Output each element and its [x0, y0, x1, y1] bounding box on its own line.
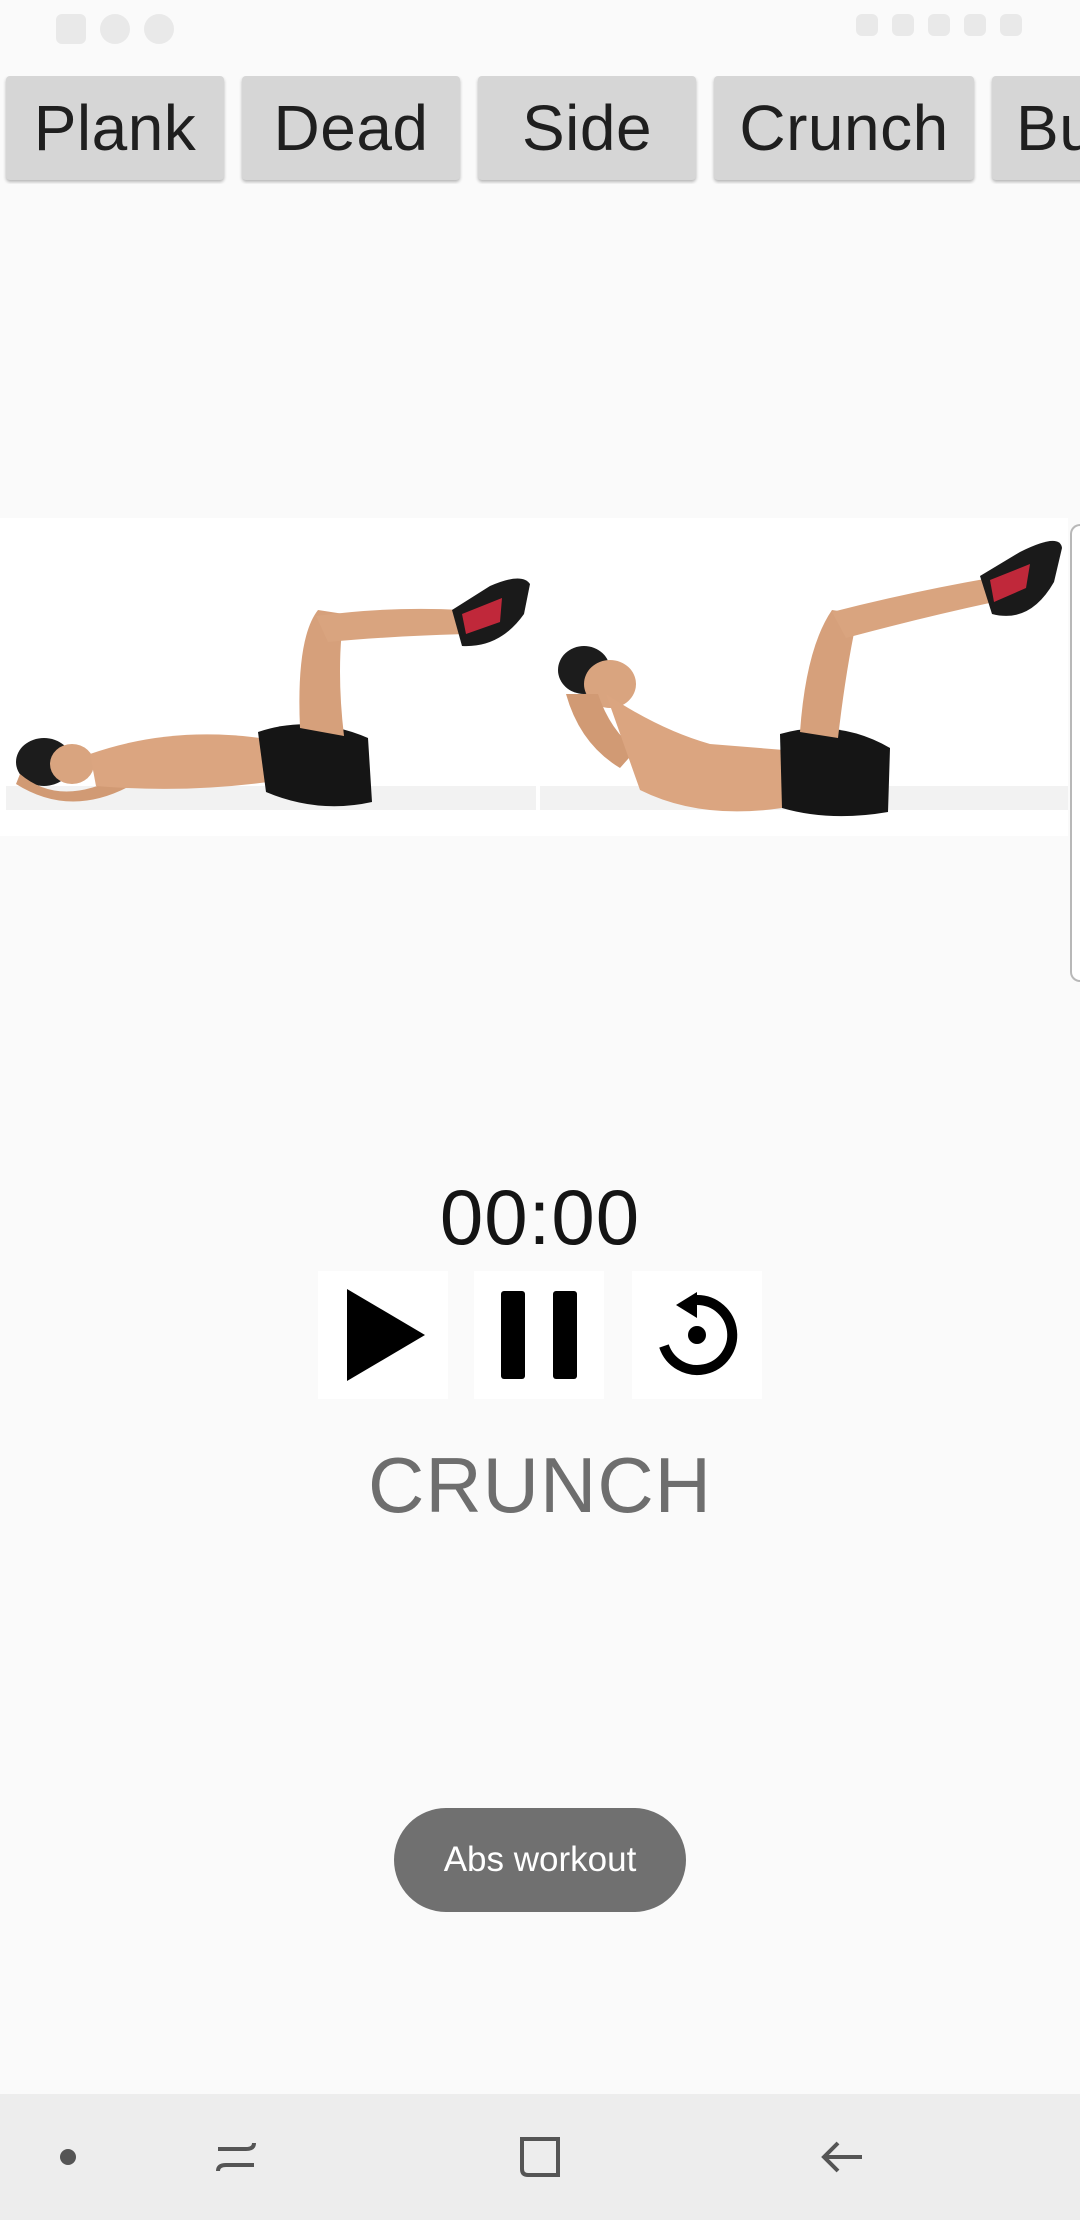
signal-icon — [928, 14, 950, 36]
battery-icon — [1000, 14, 1022, 36]
home-icon — [520, 2137, 560, 2177]
status-left-icons — [56, 14, 174, 44]
mute-icon — [856, 14, 878, 36]
system-nav-bar — [0, 2094, 1080, 2220]
dot-icon — [60, 2149, 76, 2165]
side-panel-handle[interactable] — [1070, 524, 1080, 982]
exercise-tab-strip[interactable]: Plank Dead Side Crunch Bu — [0, 76, 1080, 184]
cloud-icon — [144, 14, 174, 44]
toast-text: Abs workout — [443, 1840, 637, 1879]
back-icon — [821, 2141, 862, 2173]
status-bar — [0, 0, 1080, 62]
tab-crunch[interactable]: Crunch — [714, 76, 974, 180]
recent-apps-button[interactable] — [176, 2094, 296, 2220]
play-icon — [347, 1289, 425, 1381]
reset-button[interactable] — [632, 1271, 762, 1399]
status-right-icons — [856, 14, 1022, 36]
sim-icon — [892, 14, 914, 36]
crunch-illustration — [0, 518, 1068, 836]
pause-icon — [501, 1291, 577, 1379]
home-button[interactable] — [480, 2094, 600, 2220]
play-button[interactable] — [318, 1271, 448, 1399]
reset-icon — [659, 1292, 738, 1375]
gallery-icon — [56, 14, 86, 44]
recent-apps-icon — [216, 2142, 256, 2172]
sync-icon — [100, 14, 130, 44]
tab-bu[interactable]: Bu — [992, 76, 1080, 180]
wifi-icon — [964, 14, 986, 36]
tab-dead[interactable]: Dead — [242, 76, 460, 180]
toast-message: Abs workout — [394, 1808, 686, 1912]
back-button[interactable] — [782, 2094, 902, 2220]
timer-display: 00:00 — [439, 1173, 641, 1261]
playback-controls — [318, 1271, 762, 1399]
tab-plank[interactable]: Plank — [6, 76, 224, 180]
nav-dot-button[interactable] — [8, 2094, 128, 2220]
pause-button[interactable] — [474, 1271, 604, 1399]
tab-side[interactable]: Side — [478, 76, 696, 180]
exercise-name: CRUNCH — [368, 1441, 712, 1529]
